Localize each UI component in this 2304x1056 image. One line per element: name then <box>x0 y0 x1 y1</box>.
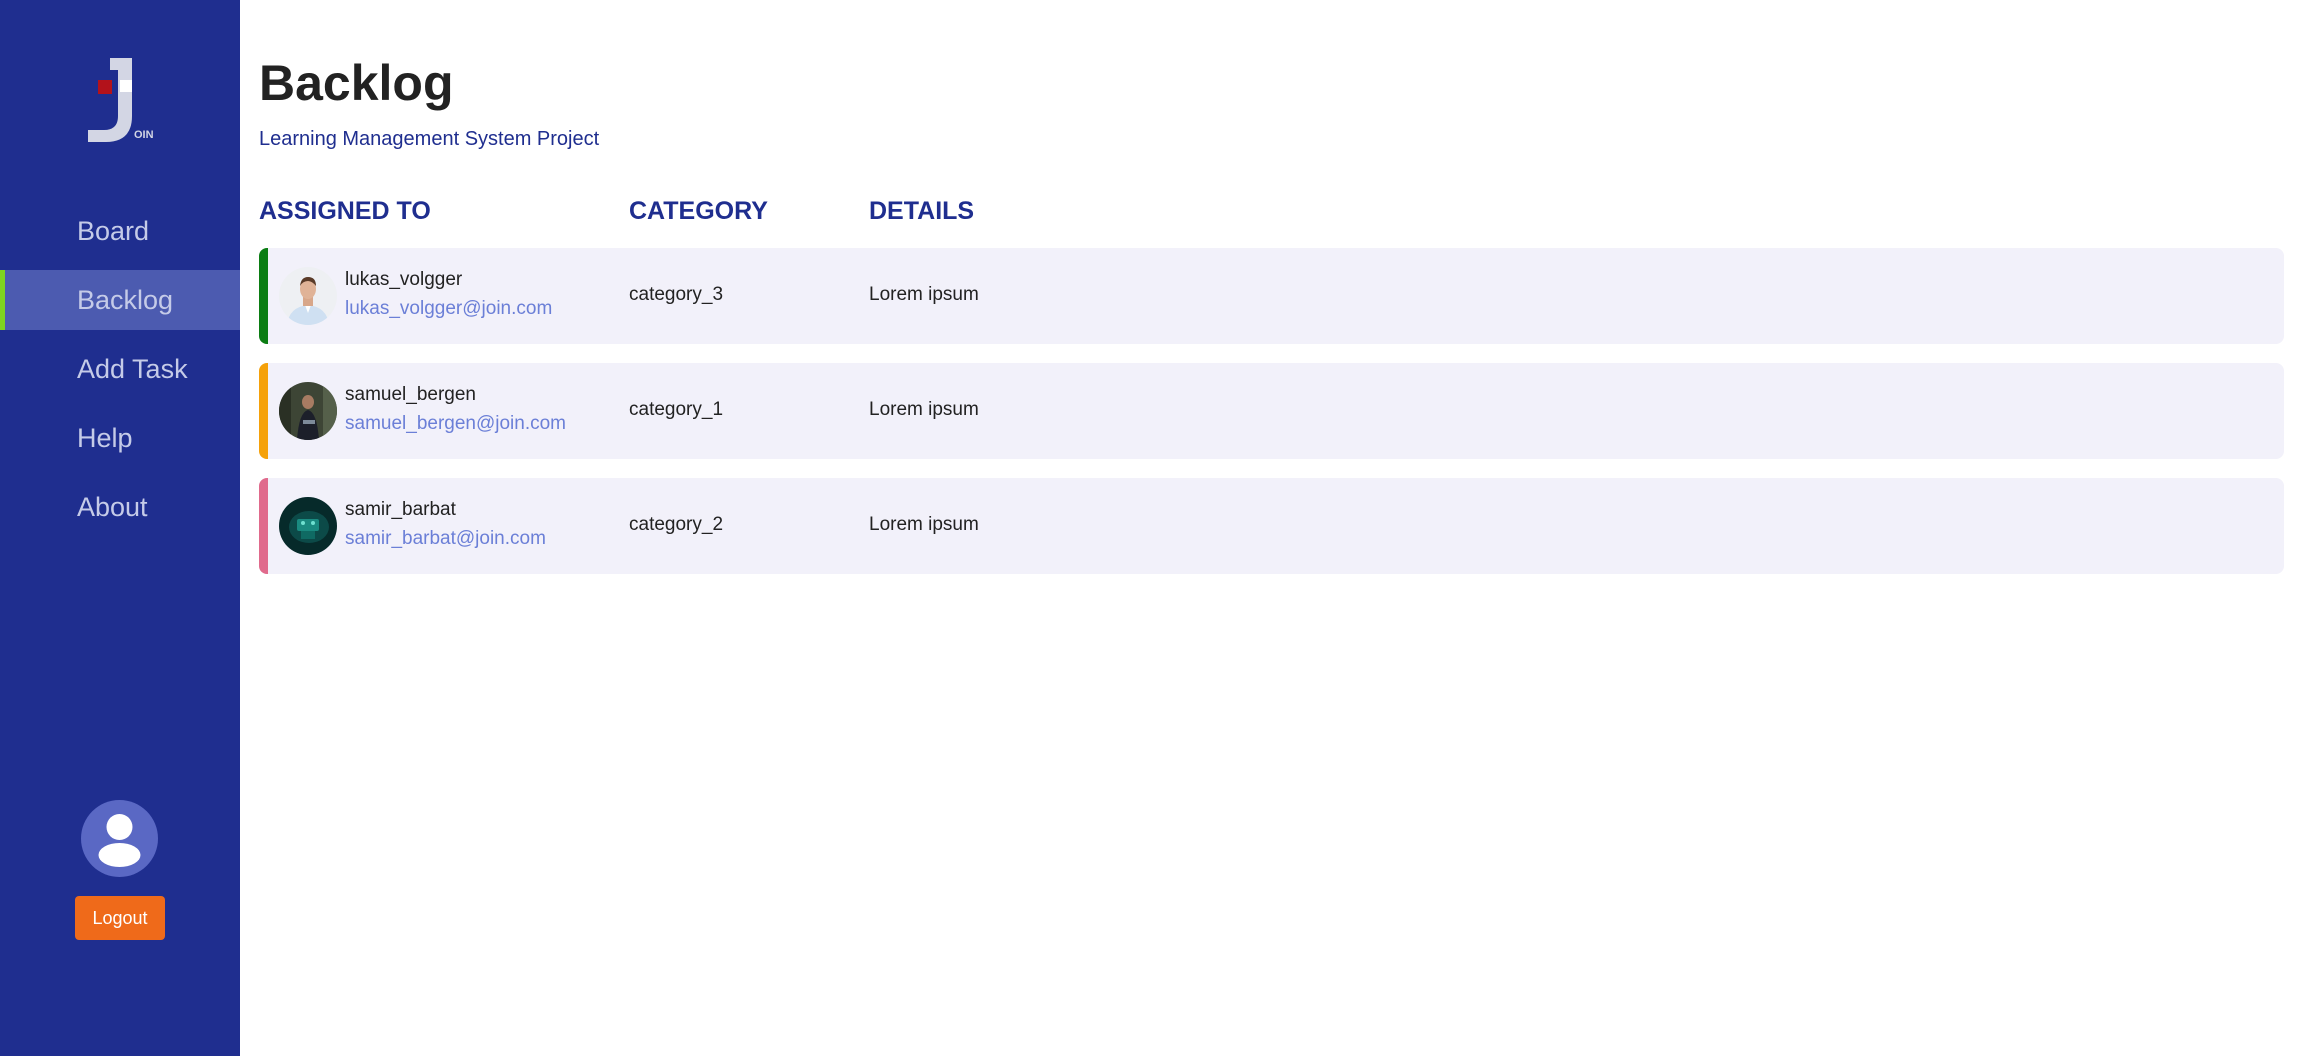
assignee-email[interactable]: samuel_bergen@join.com <box>345 413 566 435</box>
header-assigned-to: ASSIGNED TO <box>259 197 431 225</box>
sidebar-nav: Board Backlog Add Task Help About <box>0 201 240 546</box>
logo-text: OIN <box>134 129 154 141</box>
nav-item-help[interactable]: Help <box>0 408 240 468</box>
backlog-row[interactable]: samir_barbat samir_barbat@join.com categ… <box>259 478 2284 574</box>
assignee-name: samir_barbat <box>345 499 456 520</box>
backlog-row[interactable]: samuel_bergen samuel_bergen@join.com cat… <box>259 363 2284 459</box>
assignee-email[interactable]: samir_barbat@join.com <box>345 528 546 550</box>
header-category: CATEGORY <box>629 197 768 225</box>
nav-item-label: Backlog <box>77 284 174 315</box>
user-icon <box>98 814 141 867</box>
assignee-avatar <box>279 267 337 325</box>
priority-stripe <box>259 248 268 344</box>
task-category: category_2 <box>629 514 724 535</box>
nav-item-label: Board <box>77 215 150 246</box>
nav-item-add-task[interactable]: Add Task <box>0 339 240 399</box>
assignee-name: samuel_bergen <box>345 384 476 405</box>
join-logo[interactable]: OIN <box>82 56 162 146</box>
task-category: category_1 <box>629 399 724 420</box>
task-details: Lorem ipsum <box>869 514 979 535</box>
logout-button[interactable]: Logout <box>75 896 165 940</box>
user-avatar[interactable] <box>81 800 158 877</box>
task-details: Lorem ipsum <box>869 284 979 305</box>
assignee-avatar <box>279 497 337 555</box>
priority-stripe <box>259 478 268 574</box>
header-details: DETAILS <box>869 197 975 225</box>
nav-item-about[interactable]: About <box>0 477 240 537</box>
backlog-list: lukas_volgger lukas_volgger@join.com cat… <box>259 248 2284 593</box>
assignee-avatar <box>279 382 337 440</box>
assignee-email[interactable]: lukas_volgger@join.com <box>345 298 552 320</box>
nav-item-label: About <box>77 491 148 522</box>
priority-stripe <box>259 363 268 459</box>
nav-item-label: Add Task <box>77 353 188 384</box>
project-subtitle: Learning Management System Project <box>259 128 600 150</box>
task-details: Lorem ipsum <box>869 399 979 420</box>
page-title: Backlog <box>259 55 454 111</box>
nav-item-board[interactable]: Board <box>0 201 240 261</box>
nav-item-backlog[interactable]: Backlog <box>0 270 240 330</box>
nav-item-label: Help <box>77 422 133 453</box>
task-category: category_3 <box>629 284 724 305</box>
backlog-row[interactable]: lukas_volgger lukas_volgger@join.com cat… <box>259 248 2284 344</box>
assignee-name: lukas_volgger <box>345 269 463 290</box>
sidebar: OIN Board Backlog Add Task Help About Lo… <box>0 0 240 1056</box>
